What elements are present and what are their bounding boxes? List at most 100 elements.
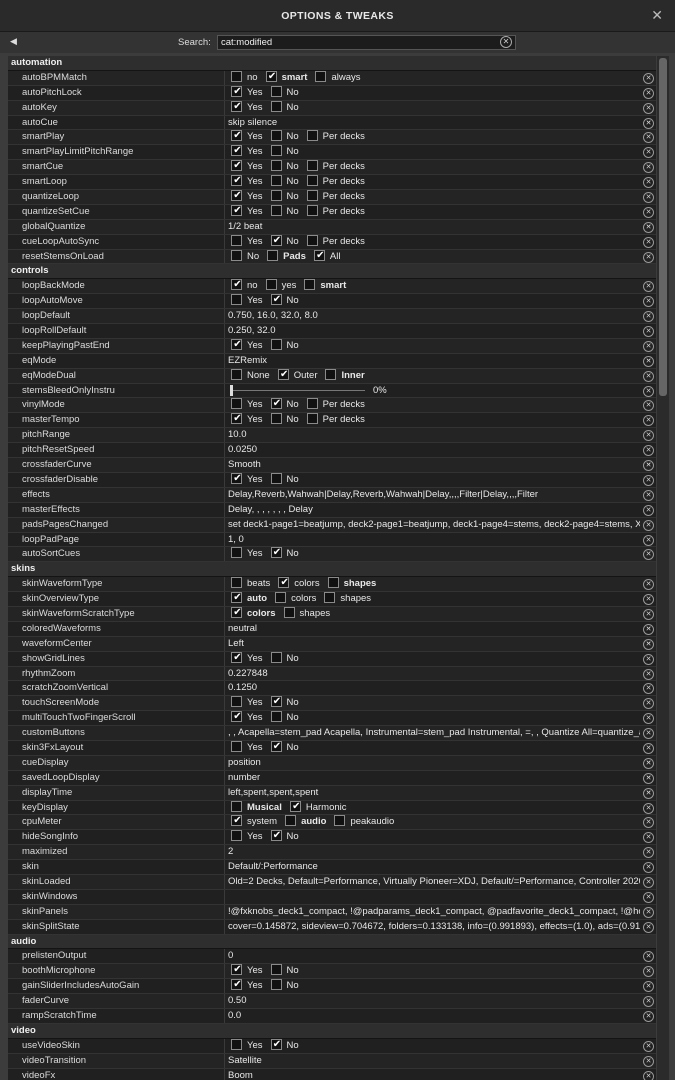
checkbox[interactable] bbox=[270, 413, 282, 425]
option-choice[interactable]: No bbox=[268, 85, 299, 100]
reset-icon[interactable]: ✕ bbox=[643, 177, 654, 189]
option-choice[interactable]: beats bbox=[228, 577, 270, 591]
option-choice[interactable]: No bbox=[268, 294, 299, 308]
option-choice[interactable]: peakaudio bbox=[331, 815, 394, 829]
option-value[interactable]: 10.0 bbox=[226, 428, 640, 442]
checkbox[interactable] bbox=[270, 651, 282, 663]
option-choice[interactable]: shapes bbox=[281, 606, 330, 621]
option-choice[interactable]: Yes bbox=[228, 979, 263, 993]
reset-icon[interactable]: ✕ bbox=[643, 638, 654, 650]
reset-icon[interactable]: ✕ bbox=[643, 430, 654, 442]
option-value[interactable]: Boom bbox=[226, 1069, 640, 1080]
option-choice[interactable]: Yes bbox=[228, 190, 263, 204]
checkbox[interactable] bbox=[231, 472, 243, 484]
option-choice[interactable]: Yes bbox=[228, 696, 263, 710]
checkbox[interactable] bbox=[231, 651, 243, 663]
option-value[interactable]: Smooth bbox=[226, 458, 640, 472]
checkbox[interactable] bbox=[306, 175, 318, 187]
checkbox[interactable] bbox=[231, 547, 242, 559]
scrollbar[interactable] bbox=[657, 56, 669, 1080]
reset-icon[interactable]: ✕ bbox=[643, 549, 654, 561]
checkbox[interactable] bbox=[231, 279, 243, 291]
reset-icon[interactable]: ✕ bbox=[643, 326, 654, 338]
option-choice[interactable]: No bbox=[268, 160, 299, 174]
option-value[interactable]: Delay, , , , , , , Delay bbox=[226, 503, 640, 517]
option-choice[interactable]: No bbox=[268, 398, 299, 412]
checkbox[interactable] bbox=[231, 249, 242, 261]
option-value[interactable]: 0.250, 32.0 bbox=[226, 324, 640, 338]
back-arrow-icon[interactable]: ◀ bbox=[10, 36, 17, 47]
option-value[interactable]: position bbox=[226, 756, 640, 770]
checkbox[interactable] bbox=[267, 249, 279, 261]
option-choice[interactable]: Yes bbox=[228, 547, 263, 561]
reset-icon[interactable]: ✕ bbox=[643, 251, 654, 263]
checkbox[interactable] bbox=[265, 279, 277, 291]
checkbox[interactable] bbox=[270, 740, 283, 752]
checkbox[interactable] bbox=[270, 294, 283, 306]
option-choice[interactable]: No bbox=[268, 175, 299, 189]
checkbox[interactable] bbox=[270, 1038, 283, 1050]
reset-icon[interactable]: ✕ bbox=[643, 951, 654, 963]
reset-icon[interactable]: ✕ bbox=[643, 385, 654, 397]
reset-icon[interactable]: ✕ bbox=[643, 340, 654, 352]
option-choice[interactable]: no bbox=[228, 70, 258, 85]
option-value[interactable]: Old=2 Decks, Default=Performance, Virtua… bbox=[226, 875, 640, 889]
checkbox[interactable] bbox=[231, 145, 243, 157]
option-value[interactable]: Default/:Performance bbox=[226, 860, 640, 874]
checkbox[interactable] bbox=[270, 711, 282, 723]
checkbox[interactable] bbox=[231, 577, 242, 589]
reset-icon[interactable]: ✕ bbox=[643, 1070, 654, 1080]
reset-icon[interactable]: ✕ bbox=[643, 72, 654, 84]
option-value[interactable]: neutral bbox=[226, 622, 640, 636]
option-value[interactable]: !@fxknobs_deck1_compact, !@padparams_dec… bbox=[226, 905, 640, 919]
option-choice[interactable]: Yes bbox=[228, 472, 263, 487]
checkbox[interactable] bbox=[270, 472, 282, 484]
reset-icon[interactable]: ✕ bbox=[643, 579, 654, 591]
option-choice[interactable]: Yes bbox=[228, 204, 263, 219]
option-value[interactable]: 0.50 bbox=[226, 994, 640, 1008]
reset-icon[interactable]: ✕ bbox=[643, 162, 654, 174]
option-choice[interactable]: Yes bbox=[228, 1038, 263, 1053]
checkbox[interactable] bbox=[231, 979, 243, 991]
reset-icon[interactable]: ✕ bbox=[643, 594, 654, 606]
reset-icon[interactable]: ✕ bbox=[643, 832, 654, 844]
checkbox[interactable] bbox=[231, 294, 242, 306]
scrollbar-thumb[interactable] bbox=[659, 58, 667, 396]
reset-icon[interactable]: ✕ bbox=[643, 504, 654, 516]
reset-icon[interactable]: ✕ bbox=[643, 400, 654, 412]
option-choice[interactable]: No bbox=[268, 204, 299, 219]
option-choice[interactable]: smart bbox=[301, 279, 346, 293]
slider-thumb[interactable] bbox=[230, 384, 233, 396]
checkbox[interactable] bbox=[231, 413, 243, 425]
reset-icon[interactable]: ✕ bbox=[643, 236, 654, 248]
checkbox[interactable] bbox=[231, 815, 243, 827]
option-choice[interactable]: no bbox=[228, 279, 258, 293]
reset-icon[interactable]: ✕ bbox=[643, 192, 654, 204]
option-choice[interactable]: shapes bbox=[321, 592, 371, 606]
checkbox[interactable] bbox=[270, 964, 282, 976]
checkbox[interactable] bbox=[315, 70, 327, 82]
search-input[interactable] bbox=[217, 35, 516, 50]
option-value[interactable]: 0.1250 bbox=[226, 681, 640, 695]
option-value[interactable]: left,spent,spent,spent bbox=[226, 786, 640, 800]
option-choice[interactable]: Yes bbox=[228, 160, 263, 174]
option-choice[interactable]: No bbox=[268, 100, 299, 115]
checkbox[interactable] bbox=[265, 70, 278, 82]
option-choice[interactable]: Yes bbox=[228, 338, 263, 353]
checkbox[interactable] bbox=[327, 577, 339, 589]
option-choice[interactable]: No bbox=[268, 190, 299, 204]
option-choice[interactable]: Yes bbox=[228, 130, 263, 144]
option-choice[interactable]: No bbox=[228, 249, 259, 264]
checkbox[interactable] bbox=[270, 145, 282, 157]
option-value[interactable]: skip silence bbox=[226, 116, 640, 130]
option-choice[interactable]: Yes bbox=[228, 175, 263, 189]
option-value[interactable]: Left bbox=[226, 637, 640, 651]
checkbox[interactable] bbox=[231, 175, 243, 187]
option-choice[interactable]: No bbox=[268, 234, 299, 249]
option-choice[interactable]: Per decks bbox=[304, 413, 365, 427]
checkbox[interactable] bbox=[306, 160, 318, 172]
checkbox[interactable] bbox=[270, 830, 283, 842]
checkbox[interactable] bbox=[231, 368, 242, 380]
checkbox[interactable] bbox=[283, 606, 295, 618]
option-choice[interactable]: colors bbox=[228, 606, 276, 621]
